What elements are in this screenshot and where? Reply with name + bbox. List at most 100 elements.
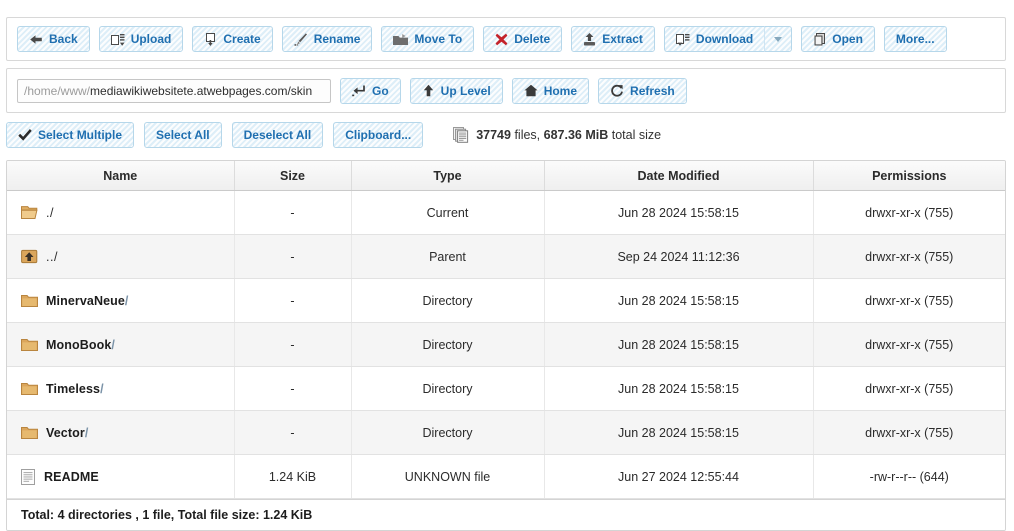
red-x-icon <box>495 33 508 46</box>
text-file-icon <box>21 469 36 485</box>
folder-icon <box>21 425 38 440</box>
download-split-button: Download <box>664 26 792 52</box>
up-level-button-label: Up Level <box>441 85 491 97</box>
column-header-size[interactable]: Size <box>234 161 351 191</box>
clipboard-label: Clipboard... <box>345 129 411 141</box>
rename-button-label: Rename <box>314 33 361 45</box>
cell-type: Directory <box>351 323 544 367</box>
cell-size: - <box>234 411 351 455</box>
table-row[interactable]: ../-ParentSep 24 2024 11:12:36drwxr-xr-x… <box>7 235 1005 279</box>
download-button-label: Download <box>696 33 753 45</box>
file-listing: Name Size Type Date Modified Permissions… <box>6 160 1006 531</box>
file-count-suffix: total size <box>612 128 661 142</box>
cell-permissions: drwxr-xr-x (755) <box>813 323 1005 367</box>
column-header-permissions[interactable]: Permissions <box>813 161 1005 191</box>
back-button-label: Back <box>49 33 78 45</box>
create-file-icon <box>204 33 217 46</box>
cell-permissions: drwxr-xr-x (755) <box>813 191 1005 235</box>
cell-date: Sep 24 2024 11:12:36 <box>544 235 813 279</box>
create-button[interactable]: Create <box>192 26 272 52</box>
selection-toolbar: Select Multiple Select All Deselect All … <box>6 121 1006 149</box>
upload-button[interactable]: Upload <box>99 26 184 52</box>
arrow-left-icon <box>29 33 43 46</box>
move-folder-icon <box>393 33 408 46</box>
cell-size: - <box>234 367 351 411</box>
refresh-button[interactable]: Refresh <box>598 78 687 104</box>
stacked-documents-icon <box>453 127 469 143</box>
home-button[interactable]: Home <box>512 78 589 104</box>
delete-button-label: Delete <box>514 33 550 45</box>
cell-date: Jun 28 2024 15:58:15 <box>544 323 813 367</box>
table-row[interactable]: Timeless/-DirectoryJun 28 2024 15:58:15d… <box>7 367 1005 411</box>
download-dropdown-button[interactable] <box>764 26 792 52</box>
go-button[interactable]: Go <box>340 78 401 104</box>
folder-icon <box>21 293 38 308</box>
path-input[interactable]: /home/www/mediawikiwebsitete.atwebpages.… <box>17 79 331 103</box>
cell-name[interactable]: ../ <box>7 235 234 279</box>
table-row[interactable]: Vector/-DirectoryJun 28 2024 15:58:15drw… <box>7 411 1005 455</box>
folder-open-icon <box>21 205 38 220</box>
back-button[interactable]: Back <box>17 26 90 52</box>
main-toolbar: Back Upload Cr <box>6 17 1006 61</box>
cell-permissions: drwxr-xr-x (755) <box>813 367 1005 411</box>
cell-permissions: drwxr-xr-x (755) <box>813 279 1005 323</box>
cell-type: UNKNOWN file <box>351 455 544 499</box>
cell-date: Jun 28 2024 15:58:15 <box>544 411 813 455</box>
cell-type: Parent <box>351 235 544 279</box>
refresh-button-label: Refresh <box>630 85 675 97</box>
file-table: Name Size Type Date Modified Permissions… <box>7 161 1005 499</box>
arrow-up-icon <box>422 84 435 97</box>
file-count-size: 687.36 MiB <box>544 128 609 142</box>
file-name: ../ <box>46 250 58 264</box>
download-icon <box>676 33 690 46</box>
cell-size: - <box>234 235 351 279</box>
cell-permissions: -rw-r--r-- (644) <box>813 455 1005 499</box>
column-header-date[interactable]: Date Modified <box>544 161 813 191</box>
file-table-body: ./-CurrentJun 28 2024 15:58:15drwxr-xr-x… <box>7 191 1005 499</box>
file-name: MonoBook/ <box>46 338 115 352</box>
clipboard-button[interactable]: Clipboard... <box>333 122 423 148</box>
home-button-label: Home <box>544 85 577 97</box>
column-header-name[interactable]: Name <box>7 161 234 191</box>
extract-button[interactable]: Extract <box>571 26 655 52</box>
cell-date: Jun 28 2024 15:58:15 <box>544 367 813 411</box>
move-to-button[interactable]: Move To <box>381 26 474 52</box>
up-level-button[interactable]: Up Level <box>410 78 503 104</box>
cell-name[interactable]: Timeless/ <box>7 367 234 411</box>
table-row[interactable]: README1.24 KiBUNKNOWN fileJun 27 2024 12… <box>7 455 1005 499</box>
deselect-all-label: Deselect All <box>244 129 312 141</box>
main-toolbar-inner: Back Upload Cr <box>7 18 1005 60</box>
cell-name[interactable]: ./ <box>7 191 234 235</box>
download-button[interactable]: Download <box>664 26 764 52</box>
table-row[interactable]: ./-CurrentJun 28 2024 15:58:15drwxr-xr-x… <box>7 191 1005 235</box>
file-name: Timeless/ <box>46 382 104 396</box>
delete-button[interactable]: Delete <box>483 26 562 52</box>
deselect-all-button[interactable]: Deselect All <box>232 122 324 148</box>
extract-button-label: Extract <box>602 33 643 45</box>
file-name: ./ <box>46 206 54 220</box>
home-icon <box>524 84 538 97</box>
go-button-label: Go <box>372 85 389 97</box>
rename-button[interactable]: Rename <box>282 26 373 52</box>
table-header-row: Name Size Type Date Modified Permissions <box>7 161 1005 191</box>
table-row[interactable]: MinervaNeue/-DirectoryJun 28 2024 15:58:… <box>7 279 1005 323</box>
cell-size: - <box>234 279 351 323</box>
select-all-button[interactable]: Select All <box>144 122 222 148</box>
extract-icon <box>583 33 596 46</box>
more-button[interactable]: More... <box>884 26 947 52</box>
cell-name[interactable]: MonoBook/ <box>7 323 234 367</box>
cell-name[interactable]: Vector/ <box>7 411 234 455</box>
chevron-down-icon <box>774 37 782 42</box>
select-multiple-button[interactable]: Select Multiple <box>6 122 134 148</box>
open-button-label: Open <box>832 33 863 45</box>
cell-type: Directory <box>351 279 544 323</box>
cell-name[interactable]: README <box>7 455 234 499</box>
table-row[interactable]: MonoBook/-DirectoryJun 28 2024 15:58:15d… <box>7 323 1005 367</box>
cell-name[interactable]: MinervaNeue/ <box>7 279 234 323</box>
column-header-type[interactable]: Type <box>351 161 544 191</box>
table-summary: Total: 4 directories , 1 file, Total fil… <box>7 499 1005 530</box>
cell-permissions: drwxr-xr-x (755) <box>813 411 1005 455</box>
path-input-prefix: /home/www/ <box>24 84 90 98</box>
cell-date: Jun 27 2024 12:55:44 <box>544 455 813 499</box>
open-button[interactable]: Open <box>801 26 875 52</box>
